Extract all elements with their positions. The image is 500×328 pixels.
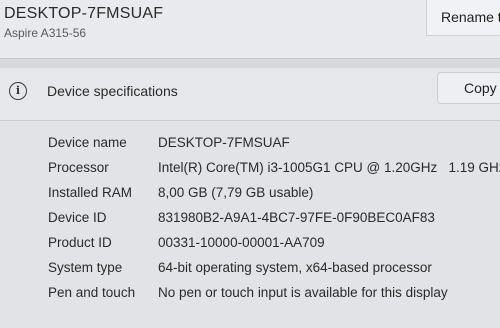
spec-value: 00331-10000-00001-AA709 [158, 235, 325, 250]
spec-row-installed-ram: Installed RAM 8,00 GB (7,79 GB usable) [0, 182, 500, 207]
spec-label: Product ID [48, 235, 112, 250]
device-name-title: DESKTOP-7FMSUAF [4, 5, 164, 22]
spec-value: Intel(R) Core(TM) i3-1005G1 CPU @ 1.20GH… [158, 160, 500, 175]
info-icon: i [9, 82, 27, 100]
spec-label: Installed RAM [48, 185, 133, 200]
spec-row-product-id: Product ID 00331-10000-00001-AA709 [0, 232, 500, 257]
spec-value: 8,00 GB (7,79 GB usable) [158, 185, 314, 200]
spec-value: 64-bit operating system, x64-based proce… [158, 260, 432, 275]
spec-label: System type [48, 260, 123, 275]
device-specifications-card: i Device specifications Copy Device name… [0, 68, 500, 328]
spec-value: No pen or touch input is available for t… [158, 285, 448, 300]
copy-button[interactable]: Copy [437, 72, 500, 104]
specifications-list: Device name DESKTOP-7FMSUAF Processor In… [0, 132, 500, 307]
spec-row-device-id: Device ID 831980B2-A9A1-4BC7-97FE-0F90BE… [0, 207, 500, 232]
spec-label: Processor [48, 160, 109, 175]
spec-row-pen-and-touch: Pen and touch No pen or touch input is a… [0, 282, 500, 307]
device-model: Aspire A315-56 [4, 26, 87, 40]
spec-label: Device name [48, 135, 127, 150]
device-specifications-title: Device specifications [47, 83, 178, 99]
device-specifications-header[interactable]: i Device specifications Copy [0, 68, 500, 121]
spec-label: Device ID [48, 210, 107, 225]
spec-row-system-type: System type 64-bit operating system, x64… [0, 257, 500, 282]
spec-label: Pen and touch [48, 285, 136, 300]
spec-row-processor: Processor Intel(R) Core(TM) i3-1005G1 CP… [0, 157, 500, 182]
rename-pc-button[interactable]: Rename th [426, 0, 500, 36]
spec-value: DESKTOP-7FMSUAF [158, 135, 290, 150]
device-header-card: DESKTOP-7FMSUAF Aspire A315-56 Rename th [0, 0, 500, 59]
spec-row-device-name: Device name DESKTOP-7FMSUAF [0, 132, 500, 157]
spec-value: 831980B2-A9A1-4BC7-97FE-0F90BEC0AF83 [158, 210, 435, 225]
